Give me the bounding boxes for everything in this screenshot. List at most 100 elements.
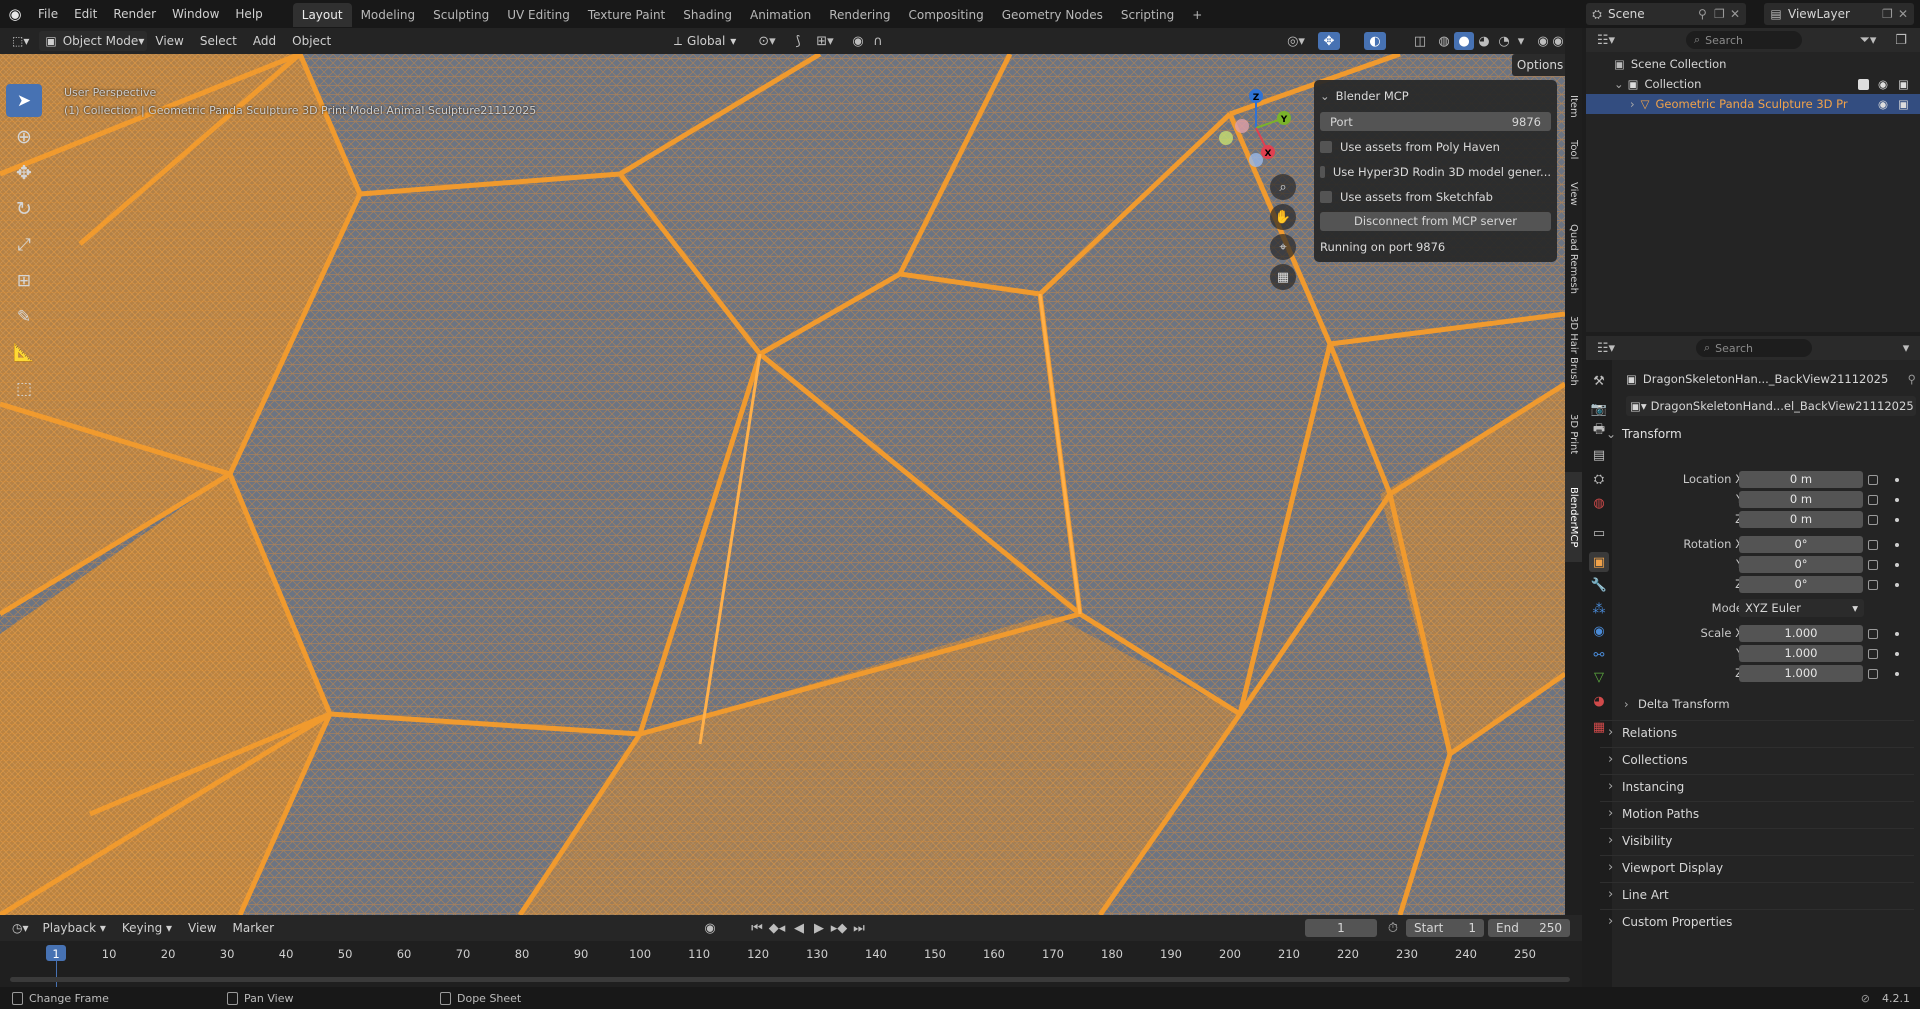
jump-start-icon[interactable]: ⏮ [748, 919, 766, 937]
outliner-row-scene-collection[interactable]: ▣ Scene Collection [1586, 54, 1920, 74]
rotation-y-field[interactable]: 0° [1739, 556, 1863, 573]
menu-select[interactable]: Select [192, 28, 245, 54]
outliner-search-input[interactable]: ⌕ Search [1686, 31, 1802, 49]
menu-playback[interactable]: Playback ▾ [35, 915, 114, 941]
transform-orientation-dropdown[interactable]: ⟂ Global ▾ [668, 31, 744, 51]
tab-scripting[interactable]: Scripting [1112, 3, 1183, 27]
snap-icon[interactable]: ⟆ [788, 32, 808, 50]
tab-sculpting[interactable]: Sculpting [424, 3, 498, 27]
chevron-down-icon[interactable]: ▾ [1898, 339, 1914, 357]
new-collection-icon[interactable]: ❐ [1890, 31, 1912, 49]
outliner-row-collection[interactable]: ⌄ ▣ Collection ◉ ▣ [1586, 74, 1920, 94]
camera-view-icon[interactable]: ⌖ [1270, 234, 1296, 260]
menu-timeline-view[interactable]: View [180, 915, 224, 941]
tab-3d-hair-brush[interactable]: 3D Hair Brush [1565, 306, 1582, 396]
keyframe-dot-icon[interactable] [1895, 498, 1899, 502]
tab-geometry-nodes[interactable]: Geometry Nodes [993, 3, 1112, 27]
menu-render[interactable]: Render [105, 0, 164, 28]
eye-icon[interactable]: ◉ [1878, 97, 1888, 111]
transform-panel-header[interactable]: ⌄ Transform [1600, 422, 1914, 446]
annotate-tool[interactable]: ✎ [6, 300, 42, 333]
navigation-gizmo[interactable]: Z Y X [1216, 88, 1296, 168]
tool-tab-icon[interactable]: ⚒ [1590, 372, 1608, 390]
xray-icon[interactable]: ◫ [1410, 32, 1430, 50]
viewport-display-panel[interactable]: Viewport Display [1600, 855, 1914, 880]
jump-keyframe-back-icon[interactable]: ◆◂ [768, 919, 786, 937]
tab-3d-print[interactable]: 3D Print [1565, 404, 1582, 464]
lock-icon[interactable] [1868, 629, 1878, 639]
timeline-scrollbar[interactable] [10, 977, 1570, 982]
render-display-icon[interactable]: ◉ [1552, 32, 1564, 50]
delete-scene-icon[interactable]: ✕ [1730, 7, 1746, 21]
end-frame-field[interactable]: End 250 [1488, 919, 1570, 937]
location-y-field[interactable]: 0 m [1739, 491, 1863, 508]
visibility-panel[interactable]: Visibility [1600, 828, 1914, 853]
custom-properties-panel[interactable]: Custom Properties [1600, 909, 1914, 934]
lock-icon[interactable] [1868, 495, 1878, 505]
keyframe-dot-icon[interactable] [1895, 652, 1899, 656]
menu-file[interactable]: File [30, 0, 66, 28]
camera-icon[interactable]: ▣ [1898, 97, 1909, 111]
add-cube-tool[interactable]: ⬚ [6, 372, 42, 405]
cursor-tool[interactable]: ⊕ [6, 120, 42, 153]
collection-tab-icon[interactable]: ▭ [1590, 524, 1608, 542]
camera-icon[interactable]: ▣ [1898, 77, 1909, 91]
new-scene-icon[interactable]: ❐ [1714, 7, 1730, 21]
location-z-field[interactable]: 0 m [1739, 511, 1863, 528]
tab-modeling[interactable]: Modeling [352, 3, 425, 27]
location-x-field[interactable]: 0 m [1739, 471, 1863, 488]
menu-window[interactable]: Window [164, 0, 227, 28]
frame-ruler[interactable]: 1 10 20 30 40 50 60 70 80 90 100 110 120 130 140 150 160… [0, 941, 1582, 987]
sketchfab-checkbox[interactable]: Use assets from Sketchfab [1320, 187, 1551, 207]
delta-transform-subpanel[interactable]: › Delta Transform [1616, 693, 1914, 715]
pivot-point-icon[interactable]: ⊙▾ [754, 32, 780, 50]
properties-editor-type-icon[interactable]: ☷▾ [1592, 339, 1620, 357]
instancing-panel[interactable]: Instancing [1600, 774, 1914, 799]
proportional-edit-icon[interactable]: ◉ [848, 32, 868, 50]
material-tab-icon[interactable]: ◕ [1590, 692, 1608, 710]
play-reverse-icon[interactable]: ◀ [790, 919, 808, 937]
keyframe-dot-icon[interactable] [1895, 672, 1899, 676]
jump-end-icon[interactable]: ⏭ [850, 919, 868, 937]
lock-icon[interactable] [1868, 669, 1878, 679]
auto-keying-icon[interactable]: ◉ [700, 919, 720, 937]
tab-item[interactable]: Item [1565, 88, 1582, 124]
checkbox-icon[interactable] [1858, 78, 1869, 90]
scale-z-field[interactable]: 1.000 [1739, 665, 1863, 682]
menu-edit[interactable]: Edit [66, 0, 105, 28]
lock-icon[interactable] [1868, 649, 1878, 659]
falloff-icon[interactable]: ∩ [868, 32, 888, 50]
material-shading-icon[interactable]: ◕ [1474, 32, 1494, 50]
menu-marker[interactable]: Marker [225, 915, 282, 941]
collections-panel[interactable]: Collections [1600, 747, 1914, 772]
tab-uv-editing[interactable]: UV Editing [498, 3, 579, 27]
ortho-grid-icon[interactable]: ▦ [1270, 264, 1296, 290]
line-art-panel[interactable]: Line Art [1600, 882, 1914, 907]
shading-options-icon[interactable]: ▾ [1514, 32, 1528, 50]
scale-y-field[interactable]: 1.000 [1739, 645, 1863, 662]
rotate-tool[interactable]: ↻ [6, 192, 42, 225]
chevron-down-icon[interactable]: ⌄ [1614, 77, 1624, 91]
menu-help[interactable]: Help [227, 0, 270, 28]
timeline-editor-type-button[interactable]: ◷▾ [6, 918, 35, 938]
keyframe-dot-icon[interactable] [1895, 583, 1899, 587]
play-icon[interactable]: ▶ [810, 919, 828, 937]
rotation-mode-dropdown[interactable]: XYZ Euler ▾ [1739, 599, 1864, 617]
keyframe-dot-icon[interactable] [1895, 632, 1899, 636]
pan-hand-icon[interactable]: ✋ [1270, 204, 1296, 230]
menu-view[interactable]: View [147, 28, 191, 54]
lock-icon[interactable] [1868, 580, 1878, 590]
wireframe-shading-icon[interactable]: ◍ [1434, 32, 1454, 50]
object-datablock-field[interactable]: ▣▾ DragonSkeletonHand...el_BackView21112… [1626, 396, 1916, 416]
tab-layout[interactable]: Layout [292, 3, 352, 27]
keyframe-dot-icon[interactable] [1895, 518, 1899, 522]
stopwatch-icon[interactable]: ⏱ [1384, 919, 1402, 937]
move-tool[interactable]: ✥ [6, 156, 42, 189]
zoom-icon[interactable]: ⌕ [1270, 174, 1296, 200]
modifier-tab-icon[interactable]: 🔧 [1590, 576, 1608, 594]
new-viewlayer-icon[interactable]: ❐ [1882, 7, 1898, 21]
render-tab-icon[interactable]: 📷 [1590, 400, 1608, 418]
physics-tab-icon[interactable]: ◉ [1590, 622, 1608, 640]
scale-tool[interactable]: ⤢ [6, 228, 42, 261]
display-mode-icon[interactable]: ☷▾ [1592, 31, 1620, 49]
